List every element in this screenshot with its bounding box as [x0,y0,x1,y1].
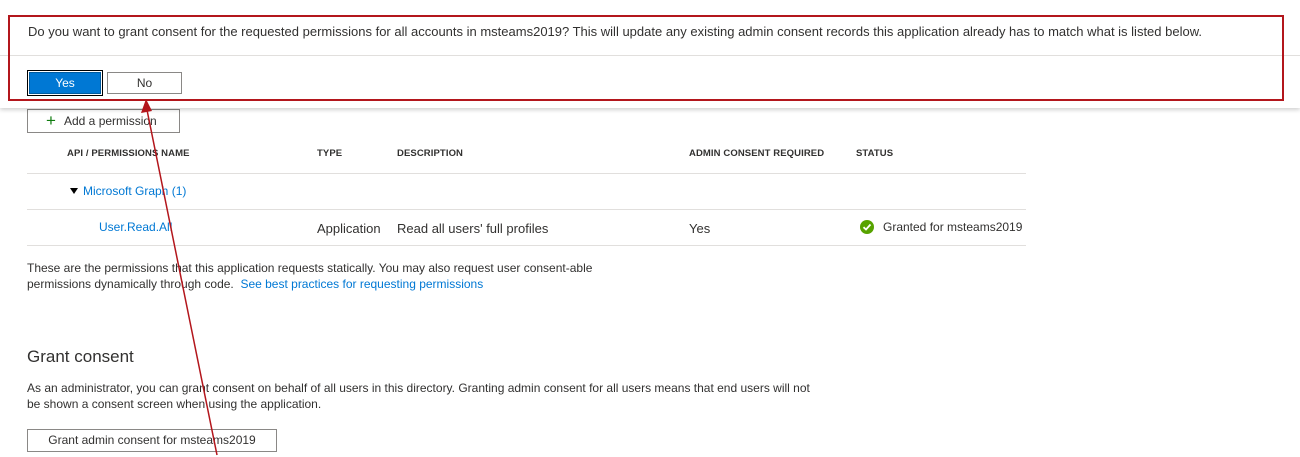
status-text: Granted for msteams2019 [883,220,1023,234]
group-label: Microsoft Graph (1) [83,184,187,198]
admin-consent-value: Yes [689,221,711,236]
banner-divider [0,55,1300,56]
add-permission-label: Add a permission [64,114,157,128]
grant-consent-description: As an administrator, you can grant conse… [27,381,810,411]
plus-icon: + [46,111,56,130]
best-practices-link[interactable]: See best practices for requesting permis… [240,277,483,291]
no-button[interactable]: No [107,72,182,94]
column-header-type: TYPE [317,148,343,159]
table-divider [27,173,1026,174]
check-circle-icon [860,220,874,234]
permission-name-link[interactable]: User.Read.All [99,220,172,234]
permission-description: Read all users' full profiles [397,221,549,236]
column-header-admin-consent: ADMIN CONSENT REQUIRED [689,148,825,159]
permissions-note: These are the permissions that this appl… [27,261,647,292]
consent-banner: Do you want to grant consent for the req… [0,0,1300,108]
grant-consent-heading: Grant consent [27,347,134,366]
column-header-status: STATUS [856,148,894,159]
table-divider [27,245,1026,246]
permission-type: Application [317,221,381,236]
consent-message: Do you want to grant consent for the req… [28,24,1202,39]
add-permission-button[interactable]: + Add a permission [27,109,180,133]
grant-admin-consent-button[interactable]: Grant admin consent for msteams2019 [27,429,277,452]
caret-down-icon [70,188,78,194]
column-header-description: DESCRIPTION [397,148,464,159]
yes-button[interactable]: Yes [27,70,103,96]
table-divider [27,209,1026,210]
group-row-microsoft-graph[interactable]: Microsoft Graph (1) [70,184,186,198]
column-header-api: API / PERMISSIONS NAME [67,148,190,159]
